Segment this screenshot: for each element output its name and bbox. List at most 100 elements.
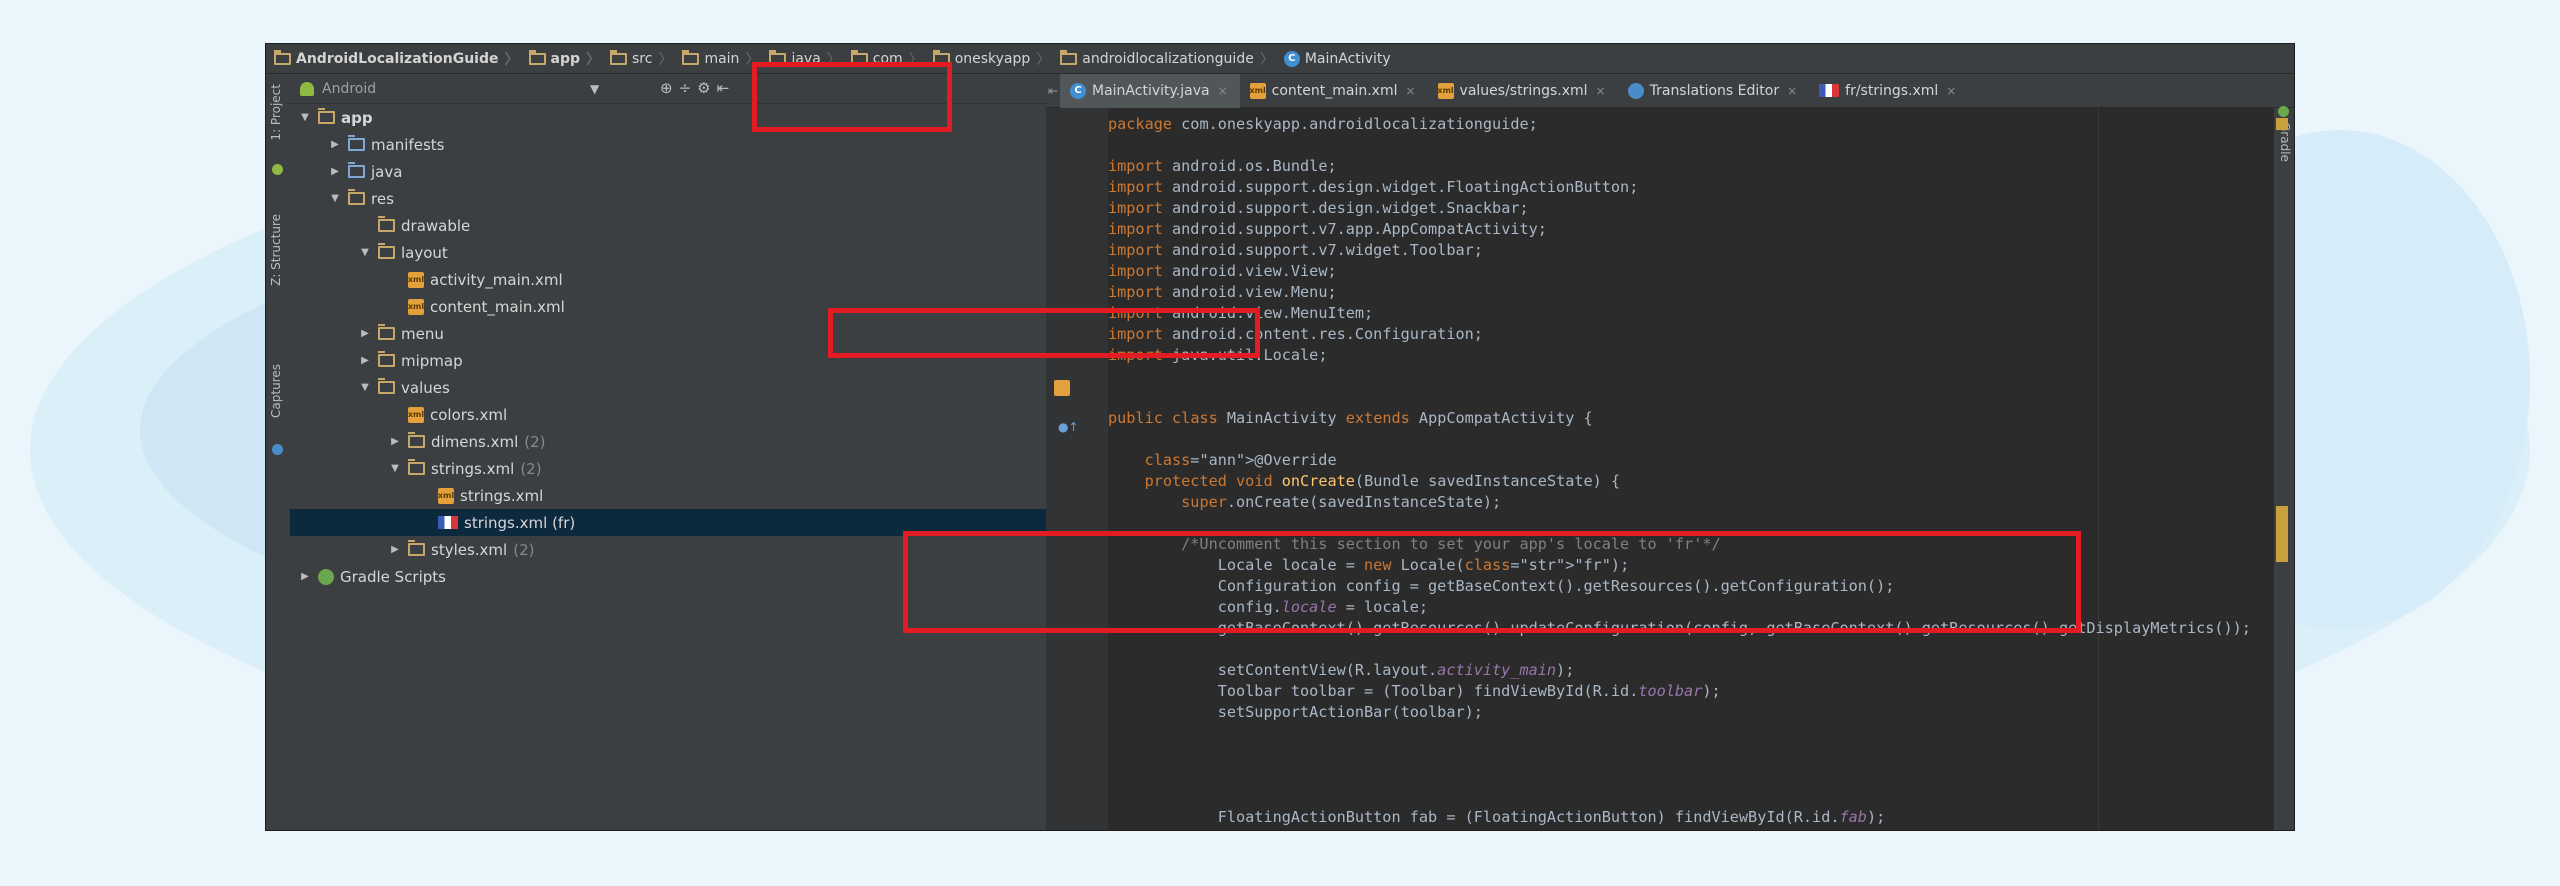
editor-tab[interactable]: C MainActivity.java × <box>1060 73 1240 108</box>
breadcrumb-item[interactable]: src 〉 <box>610 44 682 74</box>
tree-item-label: res <box>371 189 394 208</box>
tree-item[interactable]: ▼ strings.xml (2) <box>290 455 1046 482</box>
chevron-down-icon[interactable]: ▼ <box>388 463 402 474</box>
chevron-right-icon[interactable]: ▶ <box>388 436 402 447</box>
tool-window-strip: 1: Project Z: Structure Captures <box>266 74 291 830</box>
right-margin-guide <box>2098 108 2099 830</box>
code-line: import android.support.design.widget.Flo… <box>1108 178 1639 196</box>
editor-tab[interactable]: Translations Editor × <box>1618 74 1810 108</box>
code-editor[interactable]: ●↑ package com.oneskyapp.androidlocaliza… <box>1046 106 2294 830</box>
tree-item-label: strings.xml <box>460 486 544 505</box>
tree-item[interactable]: ▼ res <box>290 185 1046 212</box>
folder-icon <box>378 351 395 367</box>
warning-marker[interactable] <box>2276 118 2288 130</box>
chevron-right-icon[interactable]: ▶ <box>358 328 372 339</box>
chevron-down-icon[interactable]: ▼ <box>590 82 599 96</box>
android-icon <box>272 164 283 175</box>
folder-icon <box>274 49 291 65</box>
structure-tool-tab[interactable]: Z: Structure <box>269 214 283 286</box>
project-view-label: Android <box>322 80 377 97</box>
folder-icon <box>610 49 627 65</box>
folder-icon <box>348 135 365 151</box>
folder-icon <box>408 540 425 556</box>
close-icon[interactable]: × <box>1405 84 1415 98</box>
close-icon[interactable]: × <box>1787 84 1797 98</box>
code-line: package com.oneskyapp.androidlocalizatio… <box>1108 115 1538 133</box>
chevron-down-icon[interactable]: ▼ <box>298 112 312 123</box>
xml-file-icon: xml <box>438 487 454 504</box>
editor-tab[interactable]: fr/strings.xml × <box>1809 74 1968 108</box>
breadcrumb-item[interactable]: C MainActivity <box>1283 44 1401 74</box>
editor-tab-label: fr/strings.xml <box>1845 82 1939 99</box>
tree-item[interactable]: ▶ java <box>290 158 1046 185</box>
xml-file-icon: xml <box>408 271 424 288</box>
project-panel: Android ▼ ⊕÷⚙⇤ ▼ app ▶ manifests ▶ java ▼ res dr… <box>290 74 1046 830</box>
captures-tool-tab[interactable]: Captures <box>269 364 283 418</box>
code-line: super.onCreate(savedInstanceState); <box>1181 493 1502 511</box>
breadcrumb: AndroidLocalizationGuide 〉 app 〉 src 〉 main 〉 ja… <box>266 44 2294 74</box>
chevron-right-icon[interactable]: ▶ <box>298 571 312 582</box>
tree-item-label: java <box>371 162 403 181</box>
tree-item[interactable]: xml colors.xml <box>290 401 1046 428</box>
breadcrumb-item[interactable]: app 〉 <box>528 44 611 74</box>
tree-item[interactable]: ▼ values <box>290 374 1046 401</box>
class-gutter-icon[interactable] <box>1054 380 1070 396</box>
collapse-icon[interactable]: ÷ <box>679 79 698 97</box>
gradle-icon <box>318 568 334 585</box>
chevron-right-icon: 〉 <box>1259 51 1274 68</box>
code-line: import android.support.design.widget.Sna… <box>1108 199 1529 217</box>
chevron-right-icon: 〉 <box>504 51 519 68</box>
xml-file-icon: xml <box>408 406 424 423</box>
tab-overflow-icon[interactable]: ⇤ <box>1046 84 1060 98</box>
chevron-right-icon: 〉 <box>586 51 600 68</box>
code-line: import android.support.v7.widget.Toolbar… <box>1108 241 1483 259</box>
tree-item-label: layout <box>401 243 448 262</box>
tree-item-label: colors.xml <box>430 405 508 424</box>
editor-tab[interactable]: xml content_main.xml × <box>1240 74 1428 108</box>
french-flag-icon <box>438 516 458 529</box>
close-icon[interactable]: × <box>1596 84 1606 98</box>
tree-item-label: mipmap <box>401 351 463 370</box>
chevron-right-icon[interactable]: ▶ <box>358 355 372 366</box>
chevron-down-icon[interactable]: ▼ <box>358 382 372 393</box>
folder-icon <box>682 49 700 65</box>
chevron-down-icon[interactable]: ▼ <box>358 247 372 258</box>
tree-item[interactable]: ▶ manifests <box>290 131 1046 158</box>
tree-item-label: menu <box>401 324 444 343</box>
scroll-thumb[interactable] <box>2276 506 2288 562</box>
close-icon[interactable]: × <box>1946 84 1956 98</box>
xml-file-icon: xml <box>1250 82 1266 99</box>
project-tool-tab[interactable]: 1: Project <box>269 84 283 141</box>
tree-item[interactable]: drawable <box>290 212 1046 239</box>
chevron-right-icon[interactable]: ▶ <box>388 544 402 555</box>
gear-icon[interactable]: ⚙ <box>697 79 716 97</box>
tree-item-label: manifests <box>371 135 445 154</box>
tree-item[interactable]: xml strings.xml <box>290 482 1046 509</box>
tree-item[interactable]: ▶ dimens.xml (2) <box>290 428 1046 455</box>
chevron-down-icon[interactable]: ▼ <box>328 193 342 204</box>
highlight-box-locale-code <box>903 531 2081 633</box>
breadcrumb-item[interactable]: AndroidLocalizationGuide 〉 <box>274 44 529 74</box>
tree-item-label: strings.xml (fr) <box>464 513 576 532</box>
override-gutter-icon[interactable]: ●↑ <box>1058 420 1079 434</box>
globe-icon <box>1627 82 1644 99</box>
tree-item-count: (2) <box>524 432 546 451</box>
chevron-right-icon[interactable]: ▶ <box>328 166 342 177</box>
chevron-right-icon[interactable]: ▶ <box>328 139 342 150</box>
folder-icon <box>378 324 395 340</box>
code-line: Toolbar toolbar = (Toolbar) findViewById… <box>1108 682 1721 700</box>
editor-tab-bar: ⇤ C MainActivity.java × xml content_main.xml… <box>1046 73 2294 108</box>
hide-icon[interactable]: ⇤ <box>717 79 736 97</box>
editor-tab[interactable]: xml values/strings.xml × <box>1428 74 1618 108</box>
breadcrumb-item[interactable]: androidlocalizationguide 〉 <box>1060 44 1284 74</box>
sync-icon[interactable]: ⊕ <box>660 79 679 97</box>
close-icon[interactable]: × <box>1218 84 1228 98</box>
tree-item-label: values <box>401 378 450 397</box>
tree-item-label: dimens.xml <box>431 432 519 451</box>
gradle-tool-strip: Gradle <box>2274 106 2294 830</box>
tree-item-label: drawable <box>401 216 471 235</box>
tree-item[interactable]: xml activity_main.xml <box>290 266 1046 293</box>
tree-item[interactable]: ▼ layout <box>290 239 1046 266</box>
chevron-right-icon: 〉 <box>1036 51 1051 68</box>
code-line: import android.support.v7.app.AppCompatA… <box>1108 220 1547 238</box>
